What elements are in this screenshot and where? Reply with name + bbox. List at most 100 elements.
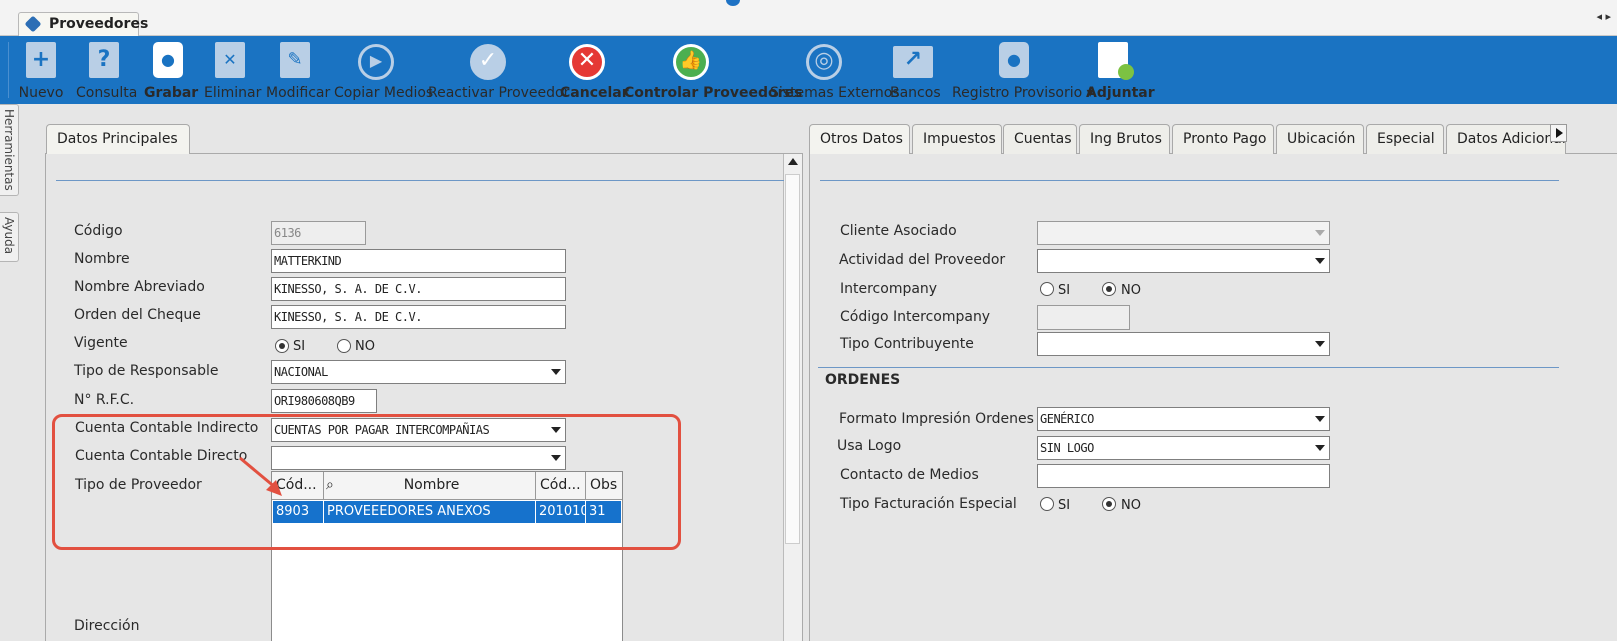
tab-cuentas-label: Cuentas [1014, 131, 1072, 147]
label-contacto-medios: Contacto de Medios [840, 467, 979, 483]
reactivate-vendor-button-label: Reactivar Proveedor [428, 85, 570, 101]
side-tab-help[interactable]: Ayuda [0, 212, 19, 262]
scrollbar-thumb[interactable] [785, 174, 800, 544]
chevron-down-icon [1315, 258, 1325, 264]
orden-cheque-field[interactable]: KINESSO, S. A. DE C.V. [271, 305, 566, 329]
contacto-medios-field[interactable] [1037, 464, 1330, 488]
highlight-annotation [52, 414, 681, 550]
intercompany-si-radio[interactable] [1040, 282, 1054, 296]
nombre-field[interactable]: MATTERKIND [271, 249, 566, 273]
copy-media-button[interactable]: ▶ Copiar Medios [334, 42, 434, 102]
vertical-scrollbar[interactable] [783, 154, 802, 641]
scroll-up-icon[interactable] [788, 158, 798, 165]
usa-logo-value: SIN LOGO [1040, 441, 1094, 455]
tab-proveedores-label: Proveedores [49, 16, 149, 32]
codigo-intercompany-field[interactable] [1037, 305, 1130, 330]
tab-impuestos[interactable]: Impuestos [912, 124, 1002, 154]
intercompany-no-radio[interactable] [1102, 282, 1116, 296]
side-tab-help-label: Ayuda [2, 217, 16, 255]
nombre-abreviado-field[interactable]: KINESSO, S. A. DE C.V. [271, 277, 566, 301]
cancel-button[interactable]: ✕ Cancelar [560, 42, 629, 102]
rfc-field[interactable]: ORI980608QB9 [271, 389, 377, 413]
save-button-label: Grabar [144, 85, 199, 101]
side-tab-tools[interactable]: Herramientas [0, 104, 19, 196]
tab-otros-datos[interactable]: Otros Datos [809, 124, 910, 154]
external-systems-button-label: Sistemas Externos [770, 85, 900, 101]
facturacion-si-label: SI [1058, 498, 1071, 513]
tab-datos-principales[interactable]: Datos Principales [46, 124, 190, 154]
attach-button[interactable]: Adjuntar [1086, 42, 1155, 102]
label-codigo-intercompany: Código Intercompany [840, 309, 991, 325]
tab-ing-brutos-label: Ing Brutos [1090, 131, 1162, 147]
new-button[interactable]: + Nuevo [18, 42, 64, 102]
label-codigo: Código [74, 223, 123, 239]
toolbar-separator [8, 42, 9, 98]
provisional-record-button[interactable]: ● Registro Provisorio ▾ [952, 42, 1094, 102]
play-circle-icon: ▶ [358, 44, 394, 80]
tab-proveedores[interactable]: Proveedores [18, 12, 148, 36]
vigente-no-label: NO [355, 339, 375, 354]
side-tab-tools-label: Herramientas [2, 109, 16, 191]
codigo-field[interactable]: 6136 [271, 221, 366, 245]
document-tab-strip: Proveedores ◂ ▸ [0, 0, 1617, 36]
tab-especial[interactable]: Especial [1366, 124, 1444, 154]
tab-datos-principales-label: Datos Principales [57, 131, 178, 147]
chevron-down-icon [1315, 445, 1325, 451]
label-cliente-asociado: Cliente Asociado [840, 223, 957, 239]
globe-icon: ◎ [806, 44, 842, 80]
attach-button-label: Adjuntar [1086, 85, 1155, 101]
chevron-down-icon [1315, 416, 1325, 422]
tab-scroll-arrows[interactable]: ◂ ▸ [1596, 10, 1611, 23]
usa-logo-select[interactable]: SIN LOGO [1037, 436, 1330, 460]
control-vendors-button[interactable]: 👍 Controlar Proveedores [624, 42, 803, 102]
divider [56, 180, 784, 181]
tab-ing-brutos[interactable]: Ing Brutos [1079, 124, 1170, 154]
chevron-down-icon [1315, 341, 1325, 347]
new-button-label: Nuevo [18, 85, 64, 101]
formato-impresion-select[interactable]: GENÉRICO [1037, 407, 1330, 431]
thumbs-up-icon: 👍 [673, 44, 709, 80]
checkmark-circle-icon: ✓ [470, 44, 506, 80]
save-button[interactable]: ● Grabar [144, 42, 199, 102]
tab-cuentas[interactable]: Cuentas [1003, 124, 1077, 154]
modify-button-label: Modificar [266, 85, 331, 101]
vigente-no-radio[interactable] [337, 339, 351, 353]
facturacion-no-radio[interactable] [1102, 497, 1116, 511]
attach-document-icon [1098, 42, 1134, 80]
reactivate-vendor-button[interactable]: ✓ Reactivar Proveedor [428, 42, 570, 102]
cliente-asociado-select[interactable] [1037, 221, 1330, 245]
tab-scroll-right-button[interactable] [1550, 124, 1567, 142]
chart-trend-icon: ↗ [893, 46, 933, 78]
tipo-contribuyente-select[interactable] [1037, 332, 1330, 356]
tab-pronto-pago[interactable]: Pronto Pago [1172, 124, 1274, 154]
query-button[interactable]: ? Consulta [76, 42, 137, 102]
section-title-ordenes: ORDENES [825, 372, 901, 388]
formato-impresion-value: GENÉRICO [1040, 412, 1094, 426]
attach-badge-icon [1118, 64, 1134, 80]
tab-otros-datos-label: Otros Datos [820, 131, 903, 147]
banks-button[interactable]: ↗ Bancos [890, 42, 941, 102]
tab-datos-adicionales[interactable]: Datos Adicionales [1446, 124, 1566, 154]
query-document-icon: ? [89, 42, 119, 78]
tab-ubicacion[interactable]: Ubicación [1276, 124, 1364, 154]
facturacion-si-radio[interactable] [1040, 497, 1054, 511]
section-divider [818, 367, 1559, 368]
control-vendors-button-label: Controlar Proveedores [624, 85, 803, 101]
tab-pronto-pago-label: Pronto Pago [1183, 131, 1267, 147]
label-vigente: Vigente [74, 335, 128, 351]
external-systems-button[interactable]: ◎ Sistemas Externos [770, 42, 900, 102]
label-tipo-responsable: Tipo de Responsable [74, 363, 219, 379]
tipo-responsable-select[interactable]: NACIONAL [271, 360, 566, 384]
copy-media-button-label: Copiar Medios [334, 85, 434, 101]
label-formato-impresion: Formato Impresión Ordenes [839, 411, 1034, 427]
modify-button[interactable]: ✎ Modificar [266, 42, 331, 102]
tab-impuestos-label: Impuestos [923, 131, 996, 147]
label-intercompany: Intercompany [840, 281, 938, 297]
delete-button-label: Eliminar [204, 85, 262, 101]
delete-button[interactable]: ✕ Eliminar [204, 42, 262, 102]
label-usa-logo: Usa Logo [837, 438, 902, 454]
vigente-si-radio[interactable] [275, 339, 289, 353]
disk-icon: ● [999, 42, 1029, 78]
annotation-arrow-icon [239, 456, 282, 496]
actividad-select[interactable] [1037, 249, 1330, 273]
